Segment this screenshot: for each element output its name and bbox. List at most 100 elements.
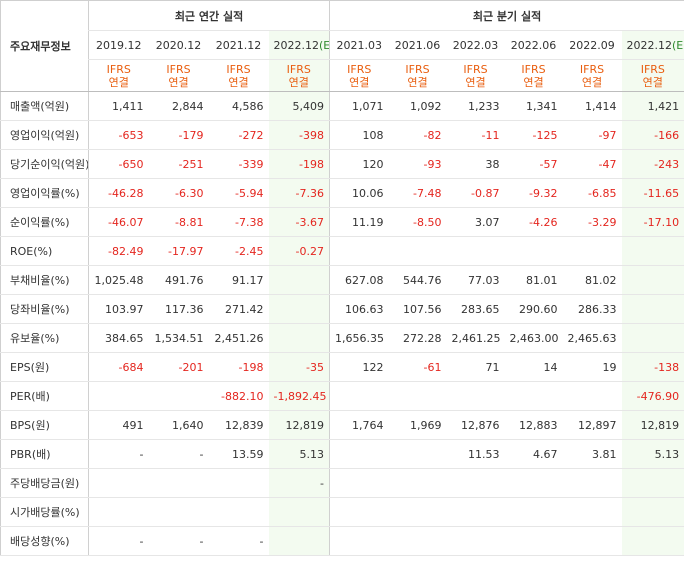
period-header: 2021.03: [329, 30, 389, 60]
row-label: PER(배): [0, 381, 89, 411]
row-label: 유보율(%): [0, 323, 89, 353]
accounting-standard-cell: IFRS 연결: [388, 59, 447, 92]
table-row: 주당배당금(원) -: [0, 468, 684, 498]
value-cell: 4.67: [504, 439, 563, 469]
value-cell: -272: [208, 120, 269, 150]
row-label: BPS(원): [0, 410, 89, 440]
period-header-estimate: 2022.12(E): [621, 30, 684, 60]
standard-scope: 연결: [108, 75, 129, 89]
annual-group-header: 최근 연간 실적: [87, 0, 330, 31]
standard-scope: 연결: [168, 75, 189, 89]
value-cell: -9.32: [504, 178, 563, 208]
value-cell: 1,341: [504, 91, 563, 121]
standard-scope: 연결: [465, 75, 486, 89]
table-row: 유보율(%) 384.65 1,534.51 2,451.26 1,656.35 272.…: [0, 323, 684, 353]
value-cell: -650: [88, 149, 149, 179]
label-column-header: 주요재무정보: [0, 0, 89, 92]
standard-name: IFRS: [463, 62, 488, 76]
period-header: 2020.12: [148, 30, 209, 60]
accounting-standard-cell: IFRS 연결: [329, 59, 389, 92]
value-cell: 11.19: [329, 207, 389, 237]
value-cell: 544.76: [388, 265, 447, 295]
row-label: 부채비율(%): [0, 265, 89, 295]
value-cell: [268, 294, 330, 324]
estimate-marker: (E): [672, 38, 684, 52]
accounting-standard-cell: IFRS 연결: [88, 59, 149, 92]
standard-name: IFRS: [106, 62, 131, 76]
row-label: 순이익률(%): [0, 207, 89, 237]
value-cell: 5,409: [268, 91, 330, 121]
value-cell: -35: [268, 352, 330, 382]
standard-scope: 연결: [642, 75, 663, 89]
table-row: 순이익률(%) -46.07 -8.81 -7.38 -3.67 11.19 -8.50 3.…: [0, 207, 684, 237]
table-row: PER(배) -882.10 -1,892.45 -476.90: [0, 381, 684, 411]
value-cell: -46.28: [88, 178, 149, 208]
value-cell: [562, 236, 622, 266]
period-header-estimate: 2022.12(E): [268, 30, 330, 60]
value-cell: 1,025.48: [88, 265, 149, 295]
value-cell: -82.49: [88, 236, 149, 266]
value-cell: -: [208, 526, 269, 556]
value-cell: 71: [446, 352, 505, 382]
value-cell: 12,897: [562, 410, 622, 440]
standard-name: IFRS: [226, 62, 251, 76]
value-cell: [388, 526, 447, 556]
value-cell: 4,586: [208, 91, 269, 121]
value-cell: -11.65: [621, 178, 684, 208]
value-cell: [562, 381, 622, 411]
value-cell: -17.10: [621, 207, 684, 237]
value-cell: 38: [446, 149, 505, 179]
table-row: EPS(원) -684 -201 -198 -35 122 -61 71 14 19 -138: [0, 352, 684, 382]
value-cell: [88, 381, 149, 411]
value-cell: [562, 468, 622, 498]
value-cell: 1,233: [446, 91, 505, 121]
value-cell: 1,411: [88, 91, 149, 121]
table-row: 영업이익률(%) -46.28 -6.30 -5.94 -7.36 10.06 -7.48-…: [0, 178, 684, 208]
value-cell: [388, 381, 447, 411]
value-cell: [621, 468, 684, 498]
value-cell: [388, 468, 447, 498]
accounting-standard-cell: IFRS 연결: [268, 59, 330, 92]
value-cell: 3.81: [562, 439, 622, 469]
value-cell: -11: [446, 120, 505, 150]
value-cell: [504, 468, 563, 498]
value-cell: [504, 236, 563, 266]
value-cell: -47: [562, 149, 622, 179]
value-cell: 12,819: [621, 410, 684, 440]
period-header: 2022.03: [446, 30, 505, 60]
value-cell: 12,819: [268, 410, 330, 440]
table-row: BPS(원) 491 1,640 12,839 12,819 1,764 1,969 12,8…: [0, 410, 684, 440]
value-cell: 2,844: [148, 91, 209, 121]
value-cell: [329, 526, 389, 556]
value-cell: -138: [621, 352, 684, 382]
value-cell: 2,451.26: [208, 323, 269, 353]
value-cell: 5.13: [268, 439, 330, 469]
value-cell: [268, 497, 330, 527]
value-cell: 1,656.35: [329, 323, 389, 353]
value-cell: [504, 381, 563, 411]
table-row: 영업이익(억원) -653 -179 -272 -398 108 -82 -11 -125 -97…: [0, 120, 684, 150]
standard-scope: 연결: [523, 75, 544, 89]
value-cell: 77.03: [446, 265, 505, 295]
row-label: ROE(%): [0, 236, 89, 266]
value-cell: -5.94: [208, 178, 269, 208]
value-cell: -: [268, 468, 330, 498]
value-cell: -198: [208, 352, 269, 382]
row-label: 당좌비율(%): [0, 294, 89, 324]
value-cell: -251: [148, 149, 209, 179]
value-cell: -: [148, 439, 209, 469]
value-cell: -17.97: [148, 236, 209, 266]
table-row: 당좌비율(%) 103.97 117.36 271.42 106.63 107.56 283…: [0, 294, 684, 324]
value-cell: 290.60: [504, 294, 563, 324]
period-header: 2021.12: [208, 30, 269, 60]
period-row: 2019.12 2020.12 2021.12 2022.12(E) 2021.…: [1, 30, 684, 60]
value-cell: -8.50: [388, 207, 447, 237]
accounting-standard-cell: IFRS 연결: [504, 59, 563, 92]
value-cell: 2,463.00: [504, 323, 563, 353]
value-cell: [329, 439, 389, 469]
value-cell: 283.65: [446, 294, 505, 324]
value-cell: 81.02: [562, 265, 622, 295]
value-cell: [208, 497, 269, 527]
standard-name: IFRS: [166, 62, 191, 76]
value-cell: -201: [148, 352, 209, 382]
